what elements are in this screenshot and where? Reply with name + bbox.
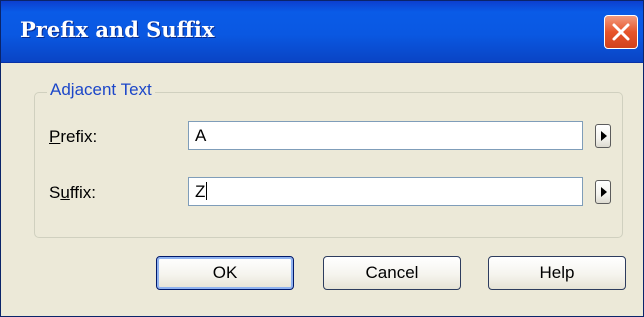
prefix-input[interactable]: A [188, 121, 583, 150]
prefix-label-accesskey: P [49, 127, 61, 146]
suffix-value: Z [195, 182, 206, 201]
suffix-label: Suffix: [49, 183, 96, 203]
prefix-label: Prefix: [49, 127, 97, 147]
prefix-suffix-dialog: Prefix and Suffix Adjacent Text Prefix: … [0, 0, 644, 317]
window-title: Prefix and Suffix [20, 17, 215, 42]
suffix-input[interactable]: Z [188, 177, 583, 206]
group-legend: Adjacent Text [47, 80, 155, 100]
cancel-button[interactable]: Cancel [323, 256, 461, 290]
prefix-value: A [195, 126, 207, 145]
triangle-right-icon [601, 187, 607, 197]
suffix-label-rest: ffix: [69, 183, 96, 202]
help-button[interactable]: Help [488, 256, 626, 290]
dialog-body: Adjacent Text Prefix: A Suffix: Z OK Can… [1, 63, 643, 316]
prefix-label-rest: refix: [60, 127, 98, 146]
suffix-label-accesskey: u [60, 183, 70, 202]
suffix-insert-button[interactable] [595, 180, 611, 204]
text-caret [206, 182, 208, 200]
close-icon [612, 23, 630, 41]
ok-button[interactable]: OK [156, 256, 294, 290]
title-bar[interactable]: Prefix and Suffix [1, 1, 643, 63]
close-button[interactable] [604, 15, 638, 49]
adjacent-text-group [34, 92, 623, 238]
prefix-insert-button[interactable] [595, 124, 611, 148]
triangle-right-icon [601, 131, 607, 141]
suffix-label-first: S [49, 183, 61, 202]
